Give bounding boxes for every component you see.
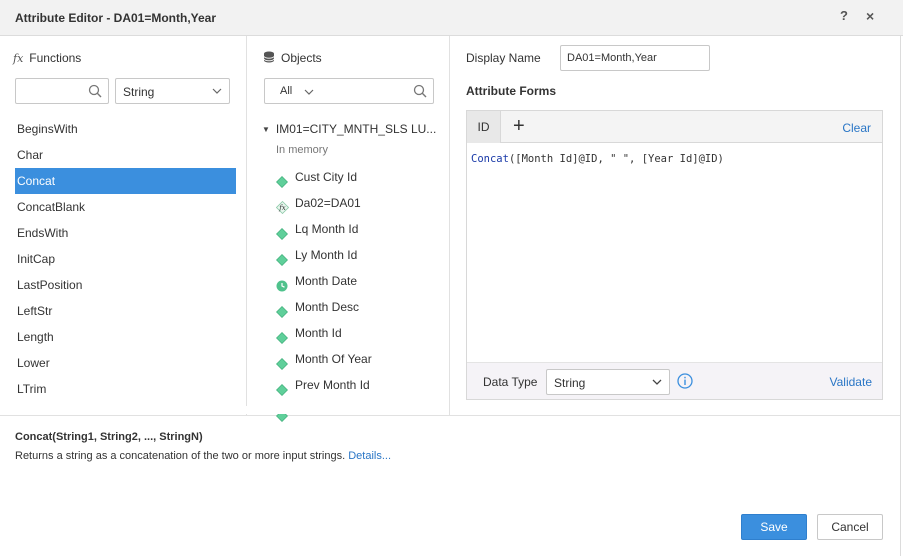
object-item-label: Lq Month Id bbox=[295, 222, 359, 236]
function-description: Returns a string as a concatenation of t… bbox=[15, 450, 391, 462]
database-icon bbox=[263, 51, 275, 63]
add-form-icon[interactable]: + bbox=[513, 116, 525, 136]
function-category-select[interactable]: String bbox=[115, 78, 230, 104]
divider-functions-objects bbox=[246, 36, 247, 415]
function-item[interactable]: EndsWith bbox=[15, 220, 236, 246]
function-item[interactable]: LeftStr bbox=[15, 298, 236, 324]
function-list: BeginsWith Char Concat ConcatBlank EndsWith I… bbox=[15, 116, 236, 402]
function-item[interactable]: Char bbox=[15, 142, 236, 168]
search-icon[interactable] bbox=[88, 84, 102, 101]
object-item-label: Month Id bbox=[295, 326, 342, 340]
object-item-label: Month Of Year bbox=[295, 352, 372, 366]
chevron-down-icon bbox=[211, 85, 223, 100]
function-item[interactable]: Lower bbox=[15, 350, 236, 376]
chevron-down-icon bbox=[651, 376, 663, 391]
function-item[interactable]: LastPosition bbox=[15, 272, 236, 298]
attribute-forms-box: ID + Clear Concat([Month Id]@ID, " ", [Y… bbox=[466, 110, 883, 400]
object-filter-select[interactable]: All bbox=[264, 78, 434, 104]
chevron-down-icon bbox=[303, 86, 315, 101]
object-item[interactable]: fx Da02=DA01 bbox=[275, 190, 446, 216]
object-item[interactable]: Month Desc bbox=[276, 294, 446, 320]
cancel-button[interactable]: Cancel bbox=[817, 514, 883, 540]
objects-header: Objects bbox=[263, 51, 322, 65]
object-item[interactable]: Month Of Year bbox=[276, 346, 446, 372]
function-item[interactable]: LTrim bbox=[15, 376, 236, 402]
details-link[interactable]: Details... bbox=[348, 450, 391, 462]
expression-editor[interactable]: Concat([Month Id]@ID, " ", [Year Id]@ID) bbox=[471, 153, 876, 165]
tree-root-node[interactable]: ▼ IM01=CITY_MNTH_SLS LU... bbox=[262, 122, 442, 136]
close-icon[interactable]: × bbox=[866, 8, 874, 24]
object-list: Cust City Id fx Da02=DA01 Lq Month Id Ly Mon… bbox=[275, 164, 446, 424]
title-bar: Attribute Editor - DA01=Month,Year ? × bbox=[0, 0, 903, 36]
help-icon[interactable]: ? bbox=[840, 8, 848, 23]
save-button[interactable]: Save bbox=[741, 514, 807, 540]
dialog-right-edge bbox=[900, 36, 901, 556]
data-type-label: Data Type bbox=[483, 375, 538, 389]
attribute-form-footer: Data Type String Validate bbox=[467, 362, 882, 399]
attribute-form-tabs: ID + Clear bbox=[467, 111, 882, 143]
expression-arguments: ([Month Id]@ID, " ", [Year Id]@ID) bbox=[508, 153, 724, 165]
attribute-forms-label: Attribute Forms bbox=[466, 84, 556, 98]
object-filter-value: All bbox=[280, 85, 293, 97]
object-item[interactable]: Month Id bbox=[276, 320, 446, 346]
functions-title: Functions bbox=[29, 51, 82, 65]
object-item[interactable]: Ly Month Id bbox=[276, 242, 446, 268]
data-type-value: String bbox=[554, 376, 586, 390]
clear-link[interactable]: Clear bbox=[842, 121, 871, 135]
function-item[interactable]: BeginsWith bbox=[15, 116, 236, 142]
object-item[interactable]: Cust City Id bbox=[276, 164, 446, 190]
object-item-label: Da02=DA01 bbox=[295, 196, 361, 210]
dialog-title: Attribute Editor - DA01=Month,Year bbox=[15, 11, 217, 25]
in-memory-label: In memory bbox=[276, 144, 328, 156]
functions-header: fx Functions bbox=[13, 51, 81, 65]
function-item[interactable]: Concat bbox=[15, 168, 236, 194]
object-item[interactable]: Lq Month Id bbox=[276, 216, 446, 242]
info-icon[interactable] bbox=[677, 373, 693, 392]
object-item-label: Cust City Id bbox=[295, 170, 358, 184]
expression-function: Concat bbox=[471, 153, 509, 165]
function-item[interactable]: Length bbox=[15, 324, 236, 350]
tree-root-label: IM01=CITY_MNTH_SLS LU... bbox=[275, 122, 437, 136]
object-item[interactable]: Prev Month Id bbox=[276, 372, 446, 398]
tab-id[interactable]: ID bbox=[467, 111, 501, 143]
object-item[interactable]: Month Date bbox=[276, 268, 446, 294]
divider-description bbox=[0, 415, 900, 416]
object-item-label: Month Date bbox=[295, 274, 358, 288]
search-icon[interactable] bbox=[413, 84, 427, 101]
divider-objects-editor bbox=[449, 36, 450, 415]
object-list-clip bbox=[246, 406, 449, 414]
display-name-label: Display Name bbox=[466, 51, 541, 65]
validate-link[interactable]: Validate bbox=[830, 375, 872, 389]
display-name-field[interactable]: DA01=Month,Year bbox=[560, 45, 710, 71]
function-description-text: Returns a string as a concatenation of t… bbox=[15, 450, 346, 462]
function-signature: Concat(String1, String2, ..., StringN) bbox=[15, 431, 203, 443]
function-item[interactable]: InitCap bbox=[15, 246, 236, 272]
svg-text:fx: fx bbox=[278, 204, 286, 212]
object-item-label: Month Desc bbox=[295, 300, 360, 314]
data-type-select[interactable]: String bbox=[546, 369, 670, 395]
object-item-label: Prev Month Id bbox=[295, 378, 370, 392]
function-item[interactable]: ConcatBlank bbox=[15, 194, 236, 220]
function-search-input[interactable] bbox=[15, 78, 109, 104]
fx-icon: fx bbox=[13, 52, 24, 65]
function-category-value: String bbox=[123, 85, 155, 99]
object-item-label: Ly Month Id bbox=[295, 248, 358, 262]
caret-down-icon[interactable]: ▼ bbox=[262, 125, 270, 134]
objects-title: Objects bbox=[281, 51, 322, 65]
